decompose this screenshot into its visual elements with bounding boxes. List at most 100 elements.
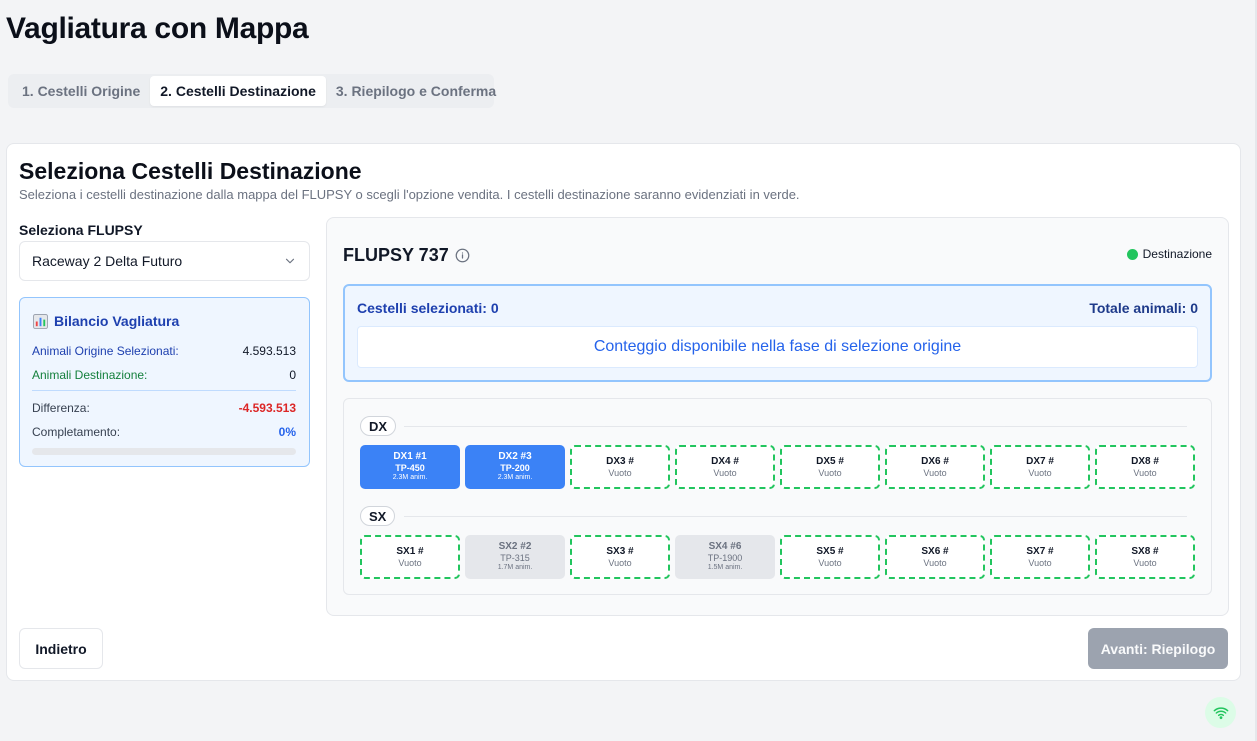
basket-tiny: 1.7M anim. — [497, 564, 533, 572]
basket-name: SX4 #6 — [708, 541, 742, 553]
basket-sx6[interactable]: SX6 # Vuoto — [885, 535, 985, 579]
row-divider-dx — [404, 426, 1187, 427]
basket-sub: Vuoto — [1028, 557, 1052, 568]
basket-name: DX4 # — [711, 455, 739, 467]
balance-title: Bilancio Vagliatura — [54, 313, 180, 329]
page-title: Vagliatura con Mappa — [6, 12, 309, 45]
balance-destination-row: Animali Destinazione: 0 — [32, 368, 296, 382]
tab-cestelli-destinazione[interactable]: 2. Cestelli Destinazione — [150, 76, 326, 106]
flupsy-select-value: Raceway 2 Delta Futuro — [32, 253, 183, 269]
basket-sub: Vuoto — [713, 467, 737, 478]
legend-dot — [1126, 248, 1138, 260]
basket-sub: TP-450 — [395, 463, 425, 474]
row-label-sx: SX — [360, 506, 396, 526]
selection-summary: Cestelli selezionati: 0 Totale animali: … — [343, 284, 1212, 382]
difference-label: Differenza: — [32, 401, 90, 415]
basket-name: SX8 # — [1131, 545, 1159, 557]
basket-sub: Vuoto — [818, 467, 842, 478]
completion-label: Completamento: — [32, 425, 121, 439]
origin-label: Animali Origine Selezionati: — [32, 344, 179, 358]
basket-name: DX2 #3 — [498, 451, 532, 463]
flupsy-map-panel: FLUPSY 737 Destinazione Cestelli selezio… — [326, 217, 1229, 616]
basket-dx4[interactable]: DX4 # Vuoto — [675, 445, 775, 489]
basket-name: DX8 # — [1131, 455, 1159, 467]
basket-name: DX7 # — [1026, 455, 1054, 467]
balance-difference-row: Differenza: -4.593.513 — [32, 401, 296, 415]
step-tabs: 1. Cestelli Origine 2. Cestelli Destinaz… — [8, 74, 496, 108]
selected-count: Cestelli selezionati: 0 — [357, 300, 499, 316]
basket-name: DX5 # — [816, 455, 844, 467]
basket-sub: Vuoto — [1028, 467, 1052, 478]
basket-grid: DX DX1 #1 TP-450 2.3M anim. DX2 #3 TP-200 2.3… — [343, 398, 1212, 595]
basket-name: SX7 # — [1026, 545, 1054, 557]
connection-status[interactable] — [1205, 697, 1236, 728]
balance-origin-row: Animali Origine Selezionati: 4.593.513 — [32, 344, 296, 358]
destination-card: Seleziona Cestelli Destinazione Selezion… — [6, 143, 1241, 681]
basket-tiny: 2.3M anim. — [392, 474, 428, 482]
basket-dx6[interactable]: DX6 # Vuoto — [885, 445, 985, 489]
count-note: Conteggio disponibile nella fase di sele… — [357, 326, 1198, 368]
basket-sub: Vuoto — [1133, 557, 1157, 568]
flupsy-title: FLUPSY 737 — [343, 245, 449, 265]
basket-tiny: 1.5M anim. — [707, 564, 743, 572]
basket-name: DX1 #1 — [393, 451, 427, 463]
basket-sub: Vuoto — [608, 467, 632, 478]
basket-sx8[interactable]: SX8 # Vuoto — [1095, 535, 1195, 579]
basket-sx7[interactable]: SX7 # Vuoto — [990, 535, 1090, 579]
basket-sx1[interactable]: SX1 # Vuoto — [360, 535, 460, 579]
destination-label: Animali Destinazione: — [32, 368, 148, 382]
wifi-icon — [1213, 706, 1228, 719]
next-button[interactable]: Avanti: Riepilogo — [1088, 628, 1228, 669]
origin-value: 4.593.513 — [242, 344, 296, 358]
basket-sub: TP-200 — [500, 463, 530, 474]
basket-row-sx: SX1 # Vuoto SX2 #2 TP-315 1.7M anim. SX3 # Vuo… — [360, 535, 1195, 579]
basket-name: DX6 # — [921, 455, 949, 467]
basket-dx3[interactable]: DX3 # Vuoto — [570, 445, 670, 489]
total-animals: Totale animali: 0 — [1089, 300, 1198, 316]
basket-sx5[interactable]: SX5 # Vuoto — [780, 535, 880, 579]
basket-dx8[interactable]: DX8 # Vuoto — [1095, 445, 1195, 489]
basket-sub: Vuoto — [1133, 467, 1157, 478]
tab-cestelli-origine[interactable]: 1. Cestelli Origine — [12, 76, 150, 106]
basket-name: DX3 # — [606, 455, 634, 467]
basket-sx3[interactable]: SX3 # Vuoto — [570, 535, 670, 579]
flupsy-select[interactable]: Raceway 2 Delta Futuro — [19, 241, 310, 281]
balance-panel: Bilancio Vagliatura Animali Origine Sele… — [19, 297, 310, 467]
balance-completion-row: Completamento: 0% — [32, 425, 296, 439]
completion-value: 0% — [278, 425, 296, 439]
basket-sub: TP-315 — [500, 553, 530, 564]
basket-name: SX2 #2 — [498, 541, 532, 553]
bar-chart-icon — [33, 313, 48, 329]
flupsy-select-label: Seleziona FLUPSY — [19, 222, 143, 238]
card-title: Seleziona Cestelli Destinazione — [19, 158, 362, 184]
info-icon[interactable] — [455, 248, 470, 263]
basket-sx2[interactable]: SX2 #2 TP-315 1.7M anim. — [465, 535, 565, 579]
basket-dx5[interactable]: DX5 # Vuoto — [780, 445, 880, 489]
basket-sub: Vuoto — [923, 467, 947, 478]
row-label-dx: DX — [360, 416, 397, 436]
basket-dx7[interactable]: DX7 # Vuoto — [990, 445, 1090, 489]
destination-value: 0 — [289, 368, 296, 382]
basket-row-dx: DX1 #1 TP-450 2.3M anim. DX2 #3 TP-200 2.3M a… — [360, 445, 1195, 489]
basket-sub: Vuoto — [608, 557, 632, 568]
basket-dx2[interactable]: DX2 #3 TP-200 2.3M anim. — [465, 445, 565, 489]
legend: Destinazione — [1126, 247, 1212, 261]
tab-riepilogo-conferma[interactable]: 3. Riepilogo e Conferma — [326, 76, 506, 106]
basket-name: SX1 # — [396, 545, 424, 557]
row-divider-sx — [404, 516, 1187, 517]
basket-sub: Vuoto — [818, 557, 842, 568]
legend-label: Destinazione — [1142, 247, 1212, 261]
basket-sx4[interactable]: SX4 #6 TP-1900 1.5M anim. — [675, 535, 775, 579]
completion-progress-bar — [32, 448, 296, 455]
difference-value: -4.593.513 — [238, 401, 296, 415]
basket-sub: TP-1900 — [707, 553, 743, 564]
card-description: Seleziona i cestelli destinazione dalla … — [19, 187, 800, 202]
basket-sub: Vuoto — [923, 557, 947, 568]
basket-tiny: 2.3M anim. — [497, 474, 533, 482]
basket-name: SX6 # — [921, 545, 949, 557]
basket-name: SX3 # — [606, 545, 634, 557]
basket-dx1[interactable]: DX1 #1 TP-450 2.3M anim. — [360, 445, 460, 489]
back-button[interactable]: Indietro — [19, 628, 103, 669]
basket-name: SX5 # — [816, 545, 844, 557]
balance-divider — [32, 390, 296, 391]
